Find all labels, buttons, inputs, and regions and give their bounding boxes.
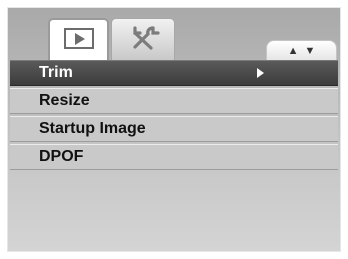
scroll-indicator: ▲ ▼: [266, 40, 337, 60]
camera-menu-screen: ▲ ▼ Trim Resize Startup Image DPOF: [7, 7, 341, 252]
menu-item-label: Resize: [39, 92, 90, 109]
menu-item-resize[interactable]: Resize: [10, 88, 338, 114]
scroll-up-icon: ▲: [287, 44, 299, 57]
menu-item-dpof[interactable]: DPOF: [10, 144, 338, 170]
scroll-down-icon: ▼: [304, 44, 316, 57]
submenu-arrow-icon: [257, 68, 264, 78]
menu-tab-strip: ▲ ▼: [8, 8, 340, 60]
menu-item-label: Trim: [39, 64, 73, 81]
setup-tools-icon: [133, 26, 160, 50]
menu-item-label: DPOF: [39, 148, 84, 165]
menu-item-trim[interactable]: Trim: [10, 60, 338, 86]
menu-item-startup-image[interactable]: Startup Image: [10, 116, 338, 142]
playback-icon: [63, 28, 94, 49]
menu-item-label: Startup Image: [39, 120, 146, 137]
tab-setup[interactable]: [111, 18, 175, 60]
tab-playback[interactable]: [48, 18, 109, 60]
playback-menu-list: Trim Resize Startup Image DPOF: [10, 60, 338, 172]
